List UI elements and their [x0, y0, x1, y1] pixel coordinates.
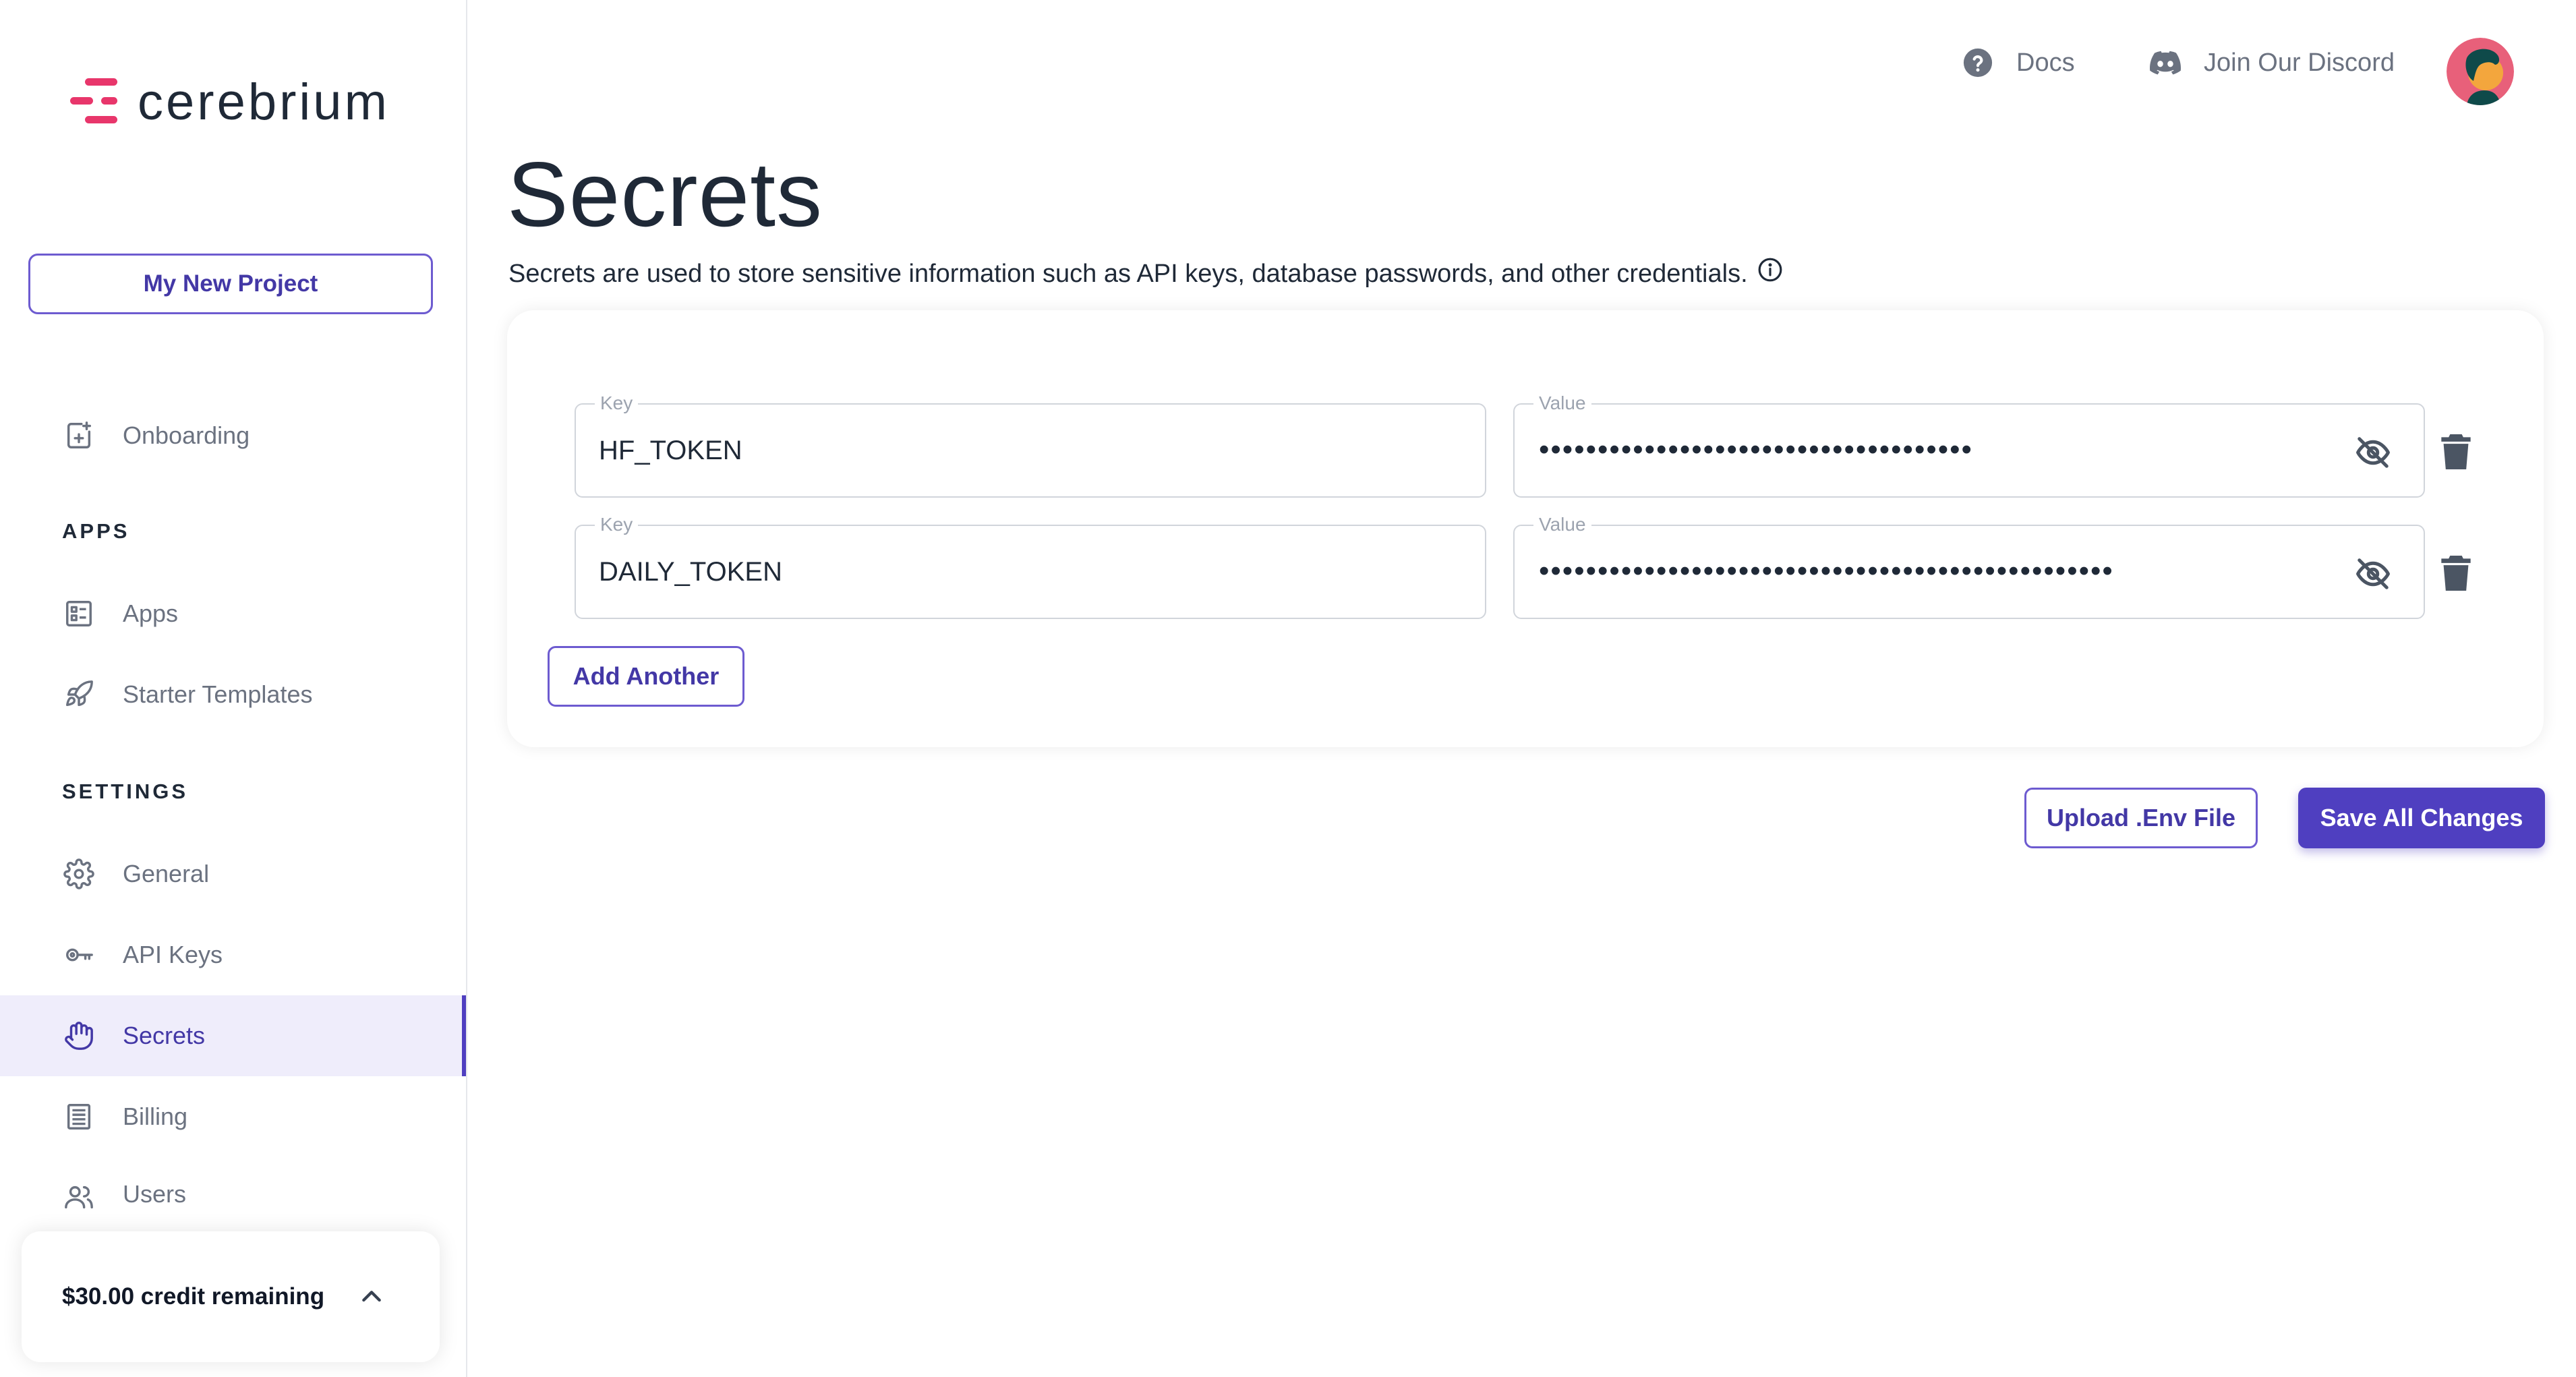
value-label: Value — [1533, 392, 1591, 414]
gear-icon — [62, 857, 96, 891]
sidebar-item-label: Starter Templates — [123, 680, 313, 708]
secret-key-value: HF_TOKEN — [599, 436, 742, 465]
sidebar-item-label: General — [123, 860, 210, 887]
docs-link[interactable]: Docs — [1962, 47, 2075, 78]
avatar-illustration — [2447, 38, 2514, 105]
sidebar-item-label: Users — [123, 1180, 187, 1208]
secret-key-value: DAILY_TOKEN — [599, 557, 782, 587]
key-label: Key — [595, 392, 639, 414]
help-circle-icon — [1963, 48, 1993, 78]
section-title-apps: APPS — [62, 519, 130, 543]
secrets-card: Key HF_TOKEN Value •••••••••••••••••••••… — [507, 310, 2544, 747]
add-another-button[interactable]: Add Another — [548, 646, 744, 707]
key-icon — [62, 938, 96, 972]
credit-remaining: $30.00 credit remaining — [62, 1283, 325, 1310]
sidebar: cerebrium My New Project Onboarding APPS… — [0, 0, 467, 1377]
sidebar-item-label: Apps — [123, 599, 179, 627]
sidebar-item-label: Secrets — [123, 1022, 206, 1049]
section-title-settings: SETTINGS — [62, 780, 189, 803]
trash-icon[interactable] — [2441, 556, 2471, 591]
discord-link[interactable]: Join Our Discord — [2150, 47, 2395, 78]
sidebar-item-label: Billing — [123, 1103, 188, 1130]
sidebar-item-starter-templates[interactable]: Starter Templates — [0, 654, 466, 735]
page-title: Secrets — [507, 143, 823, 245]
user-avatar[interactable] — [2447, 38, 2514, 105]
sidebar-item-billing[interactable]: Billing — [0, 1076, 466, 1157]
rocket-icon — [62, 678, 96, 711]
page-description: Secrets are used to store sensitive info… — [508, 257, 1783, 289]
sidebar-item-label: API Keys — [123, 941, 223, 968]
secret-masked-value: ••••••••••••••••••••••••••••••••••••••••… — [1539, 554, 2114, 587]
cerebrium-logo-icon — [70, 78, 117, 123]
billing-icon — [62, 1100, 96, 1134]
sidebar-item-apps[interactable]: Apps — [0, 573, 466, 654]
secret-key-field[interactable]: Key DAILY_TOKEN — [575, 514, 1486, 619]
discord-label: Join Our Discord — [2204, 48, 2395, 77]
eye-off-icon[interactable] — [2355, 434, 2391, 471]
secret-value-field[interactable]: Value ••••••••••••••••••••••••••••••••••… — [1513, 514, 2425, 619]
secret-value-field[interactable]: Value ••••••••••••••••••••••••••••••••••… — [1513, 392, 2425, 498]
brand-name: cerebrium — [138, 74, 390, 131]
docs-label: Docs — [2016, 48, 2075, 77]
upload-env-button[interactable]: Upload .Env File — [2024, 788, 2258, 848]
key-label: Key — [595, 514, 639, 535]
sidebar-item-secrets[interactable]: Secrets — [0, 995, 466, 1076]
sidebar-item-onboarding[interactable]: Onboarding — [0, 395, 466, 476]
sidebar-item-users[interactable]: Users — [0, 1156, 466, 1217]
credit-card[interactable]: $30.00 credit remaining — [22, 1231, 440, 1362]
sidebar-item-general[interactable]: General — [0, 833, 466, 914]
apps-icon — [62, 597, 96, 631]
hand-icon — [62, 1019, 96, 1053]
secret-key-field[interactable]: Key HF_TOKEN — [575, 392, 1486, 498]
eye-off-icon[interactable] — [2355, 556, 2391, 592]
project-selector-button[interactable]: My New Project — [28, 254, 433, 314]
sidebar-item-api-keys[interactable]: API Keys — [0, 914, 466, 995]
chevron-up-icon[interactable] — [358, 1283, 385, 1310]
trash-icon[interactable] — [2441, 434, 2471, 469]
secret-masked-value: ••••••••••••••••••••••••••••••••••••• — [1539, 433, 1973, 466]
page-description-text: Secrets are used to store sensitive info… — [508, 260, 1748, 288]
sidebar-item-label: Onboarding — [123, 421, 250, 449]
users-icon — [62, 1180, 96, 1214]
value-label: Value — [1533, 514, 1591, 535]
save-all-changes-button[interactable]: Save All Changes — [2298, 788, 2545, 848]
discord-icon — [2150, 51, 2181, 75]
onboarding-icon — [62, 419, 96, 452]
info-icon[interactable] — [1757, 257, 1783, 283]
brand-logo[interactable]: cerebrium — [69, 76, 390, 129]
